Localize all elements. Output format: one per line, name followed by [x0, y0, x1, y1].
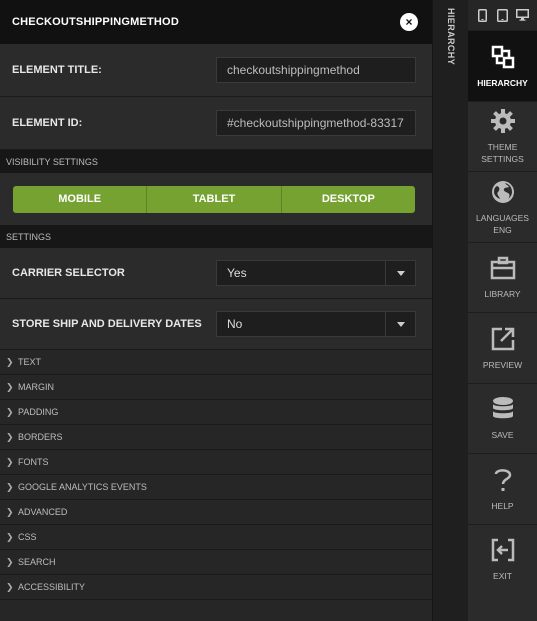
- store-ship-dates-row: STORE SHIP AND DELIVERY DATES No: [0, 299, 432, 350]
- tablet-toggle-button[interactable]: TABLET: [147, 185, 282, 213]
- hierarchy-button-label: HIERARCHY: [477, 77, 528, 88]
- chevron-right-icon: ❯: [6, 456, 14, 467]
- globe-icon: [489, 178, 517, 206]
- accordion-accessibility[interactable]: ❯ ACCESSIBILITY: [0, 575, 432, 600]
- hierarchy-icon: [489, 43, 517, 71]
- hierarchy-tab-label: HIERARCHY: [446, 8, 456, 66]
- visibility-settings: MOBILE TABLET DESKTOP: [0, 173, 432, 225]
- exit-icon: [489, 536, 517, 564]
- accordion-label: GOOGLE ANALYTICS EVENTS: [18, 482, 147, 492]
- briefcase-icon: [489, 254, 517, 282]
- device-preview-switcher: [468, 0, 537, 30]
- element-id-row: ELEMENT ID:: [0, 97, 432, 150]
- chevron-right-icon: ❯: [6, 356, 14, 367]
- chevron-right-icon: ❯: [6, 531, 14, 542]
- theme-settings-label: THEME SETTINGS: [481, 142, 524, 165]
- exit-label: EXIT: [493, 571, 512, 582]
- store-ship-dates-value: No: [227, 317, 243, 331]
- accordion-text[interactable]: ❯ TEXT: [0, 350, 432, 375]
- chevron-right-icon: ❯: [6, 506, 14, 517]
- accordion-borders[interactable]: ❯ BORDERS: [0, 425, 432, 450]
- languages-button[interactable]: LANGUAGES ENG: [468, 171, 537, 242]
- chevron-right-icon: ❯: [6, 581, 14, 592]
- question-mark-icon: [489, 466, 517, 494]
- preview-label: PREVIEW: [482, 359, 523, 370]
- element-settings-panel: CHECKOUTSHIPPINGMETHOD × ELEMENT TITLE: …: [0, 0, 432, 621]
- panel-title: CHECKOUTSHIPPINGMETHOD: [12, 16, 179, 28]
- carrier-selector-value: Yes: [227, 266, 247, 280]
- panel-header: CHECKOUTSHIPPINGMETHOD ×: [0, 0, 432, 44]
- preview-button[interactable]: PREVIEW: [468, 312, 537, 383]
- chevron-down-icon: [385, 261, 415, 285]
- exit-button[interactable]: EXIT: [468, 523, 537, 595]
- accordion-label: TEXT: [18, 357, 42, 367]
- mobile-device-icon[interactable]: [475, 8, 489, 22]
- help-label: HELP: [491, 500, 514, 511]
- close-button[interactable]: ×: [400, 13, 418, 31]
- hierarchy-side-tab[interactable]: HIERARCHY: [432, 0, 468, 621]
- tablet-device-icon[interactable]: [495, 8, 509, 22]
- element-id-input[interactable]: [216, 110, 416, 136]
- carrier-selector-label: CARRIER SELECTOR: [12, 267, 125, 279]
- accordion-google-analytics-events[interactable]: ❯ GOOGLE ANALYTICS EVENTS: [0, 475, 432, 500]
- store-ship-dates-label: STORE SHIP AND DELIVERY DATES: [12, 318, 202, 330]
- chevron-right-icon: ❯: [6, 481, 14, 492]
- element-title-label: ELEMENT TITLE:: [12, 64, 102, 76]
- save-label: SAVE: [491, 430, 514, 441]
- desktop-device-icon[interactable]: [516, 8, 530, 22]
- chevron-right-icon: ❯: [6, 406, 14, 417]
- chevron-right-icon: ❯: [6, 381, 14, 392]
- carrier-selector-row: CARRIER SELECTOR Yes: [0, 248, 432, 299]
- visibility-toggle-group: MOBILE TABLET DESKTOP: [13, 185, 415, 213]
- accordion-label: CSS: [18, 532, 37, 542]
- accordion-advanced[interactable]: ❯ ADVANCED: [0, 500, 432, 525]
- accordion-label: BORDERS: [18, 432, 63, 442]
- accordion-label: PADDING: [18, 407, 59, 417]
- library-button[interactable]: LIBRARY: [468, 241, 537, 313]
- accordion-padding[interactable]: ❯ PADDING: [0, 400, 432, 425]
- gear-icon: [489, 107, 517, 135]
- accordion-margin[interactable]: ❯ MARGIN: [0, 375, 432, 400]
- hierarchy-button[interactable]: HIERARCHY: [468, 30, 537, 101]
- chevron-right-icon: ❯: [6, 556, 14, 567]
- accordion-label: FONTS: [18, 457, 49, 467]
- store-ship-dates-dropdown[interactable]: No: [216, 311, 416, 337]
- save-button[interactable]: SAVE: [468, 382, 537, 454]
- languages-label: LANGUAGES ENG: [476, 212, 529, 235]
- accordion-label: MARGIN: [18, 382, 54, 392]
- element-title-input[interactable]: [216, 57, 416, 83]
- library-label: LIBRARY: [484, 289, 521, 300]
- right-toolbar: HIERARCHY THEME SETTINGS LANGUAGES ENG LIB…: [468, 0, 537, 621]
- accordion-fonts[interactable]: ❯ FONTS: [0, 450, 432, 475]
- accordion-css[interactable]: ❯ CSS: [0, 525, 432, 550]
- help-button[interactable]: HELP: [468, 453, 537, 524]
- theme-settings-button[interactable]: THEME SETTINGS: [468, 100, 537, 172]
- visibility-settings-heading: VISIBILITY SETTINGS: [0, 150, 432, 173]
- accordion-label: SEARCH: [18, 557, 56, 567]
- database-icon: [489, 395, 517, 423]
- accordion-list: ❯ TEXT ❯ MARGIN ❯ PADDING ❯ BORDERS ❯ FONTS ❯…: [0, 350, 432, 600]
- mobile-toggle-button[interactable]: MOBILE: [13, 185, 148, 213]
- accordion-label: ACCESSIBILITY: [18, 582, 86, 592]
- accordion-search[interactable]: ❯ SEARCH: [0, 550, 432, 575]
- external-link-icon: [489, 325, 517, 353]
- desktop-toggle-button[interactable]: DESKTOP: [282, 186, 415, 213]
- element-id-label: ELEMENT ID:: [12, 117, 83, 129]
- carrier-selector-dropdown[interactable]: Yes: [216, 260, 416, 286]
- chevron-down-icon: [385, 312, 415, 336]
- accordion-label: ADVANCED: [18, 507, 68, 517]
- element-title-row: ELEMENT TITLE:: [0, 44, 432, 97]
- chevron-right-icon: ❯: [6, 431, 14, 442]
- settings-heading: SETTINGS: [0, 225, 432, 248]
